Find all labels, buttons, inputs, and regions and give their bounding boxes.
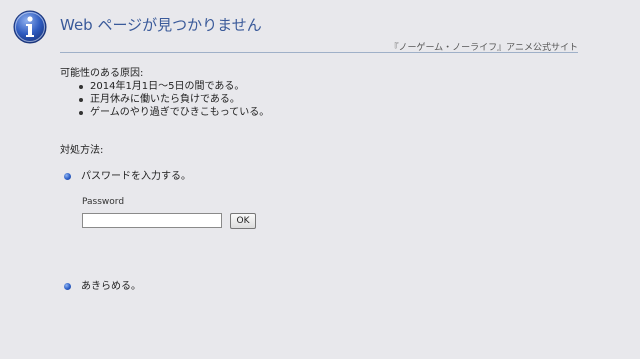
password-label: Password [82,197,125,207]
causes-list: 2014年1月1日～5日の間である。 正月休みに働いたら負けである。 ゲームのや… [76,80,269,119]
remedy-option-password[interactable]: パスワードを入力する。 [64,167,191,182]
page-title: Web ページが見つかりません [60,16,262,34]
info-icon [13,10,47,44]
cause-item: ゲームのやり過ぎでひきこもっている。 [76,106,269,119]
password-input[interactable] [82,213,222,228]
bullet-icon [64,283,71,290]
title-divider [60,52,578,53]
remedy-option-giveup[interactable]: あきらめる。 [64,277,141,292]
cause-item: 2014年1月1日～5日の間である。 [76,80,269,93]
remedy-option-label: あきらめる。 [81,281,141,292]
cause-item: 正月休みに働いたら負けである。 [76,93,269,106]
remedy-heading: 対処方法: [60,145,104,156]
ok-button[interactable]: OK [230,213,256,229]
causes-heading: 可能性のある原因: [60,68,144,79]
remedy-option-label: パスワードを入力する。 [81,171,191,182]
bullet-icon [64,173,71,180]
